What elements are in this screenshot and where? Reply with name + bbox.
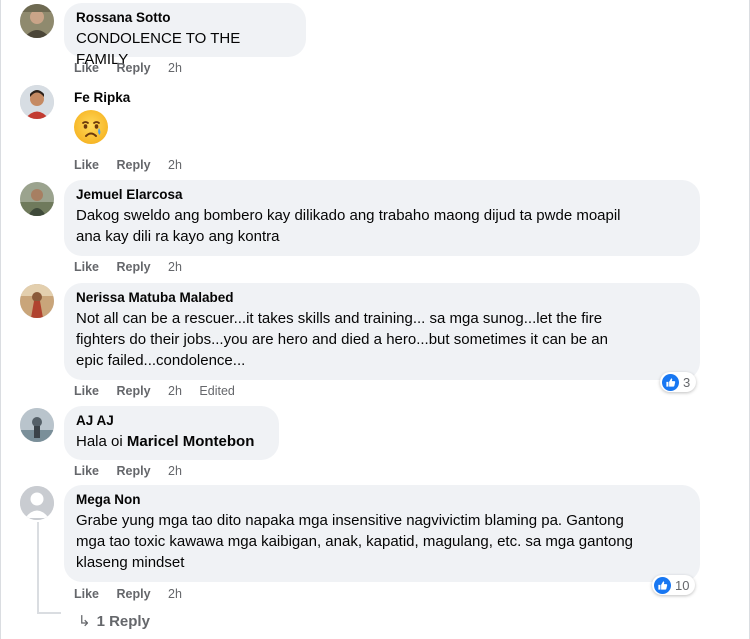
comment-bubble: Rossana Sotto CONDOLENCE TO THE FAMILY: [64, 3, 306, 68]
comment-bubble: Nerissa Matuba Malabed Not all can be a …: [64, 283, 700, 380]
reply-arrow-icon: ↳: [78, 613, 91, 630]
comment-text: Not all can be a rescuer...it takes skil…: [76, 310, 608, 369]
like-button[interactable]: Like: [74, 587, 99, 601]
view-replies-label: 1 Reply: [96, 613, 150, 630]
avatar[interactable]: [20, 182, 54, 216]
comment-actions: Like Reply 2h: [74, 260, 196, 274]
frame-left-border: [0, 0, 1, 639]
comment-timestamp[interactable]: 2h: [168, 158, 182, 172]
comment-author[interactable]: Jemuel Elarcosa: [76, 187, 688, 203]
like-icon: [654, 576, 671, 594]
like-button[interactable]: Like: [74, 384, 99, 398]
comment-text: Dakog sweldo ang bombero kay dilikado an…: [76, 207, 621, 245]
like-button[interactable]: Like: [74, 61, 99, 75]
comment-timestamp[interactable]: 2h: [168, 260, 182, 274]
reply-button[interactable]: Reply: [117, 464, 151, 478]
reply-button[interactable]: Reply: [117, 61, 151, 75]
avatar[interactable]: [20, 85, 54, 119]
reaction-count-number: 3: [683, 374, 691, 390]
comment-author[interactable]: Rossana Sotto: [76, 10, 294, 26]
avatar[interactable]: [20, 486, 54, 520]
comment-timestamp[interactable]: 2h: [168, 587, 182, 601]
comment-timestamp[interactable]: 2h: [168, 384, 182, 398]
mention-link[interactable]: Maricel Montebon: [127, 433, 255, 450]
comment-actions: Like Reply 2h Edited: [74, 384, 235, 398]
crying-face-icon: [74, 110, 108, 144]
comment-author[interactable]: Fe Ripka: [74, 90, 130, 106]
comment-text-prefix: Hala oi: [76, 433, 127, 450]
comment-text: Hala oi Maricel Montebon: [76, 431, 267, 452]
like-icon: [662, 373, 679, 391]
thread-line: [37, 522, 39, 614]
avatar[interactable]: [20, 408, 54, 442]
like-button[interactable]: Like: [74, 260, 99, 274]
avatar[interactable]: [20, 4, 54, 38]
comment-actions: Like Reply 2h: [74, 158, 196, 172]
comment-timestamp[interactable]: 2h: [168, 61, 182, 75]
comment-text: Grabe yung mga tao dito napaka mga insen…: [76, 512, 633, 571]
reply-button[interactable]: Reply: [117, 384, 151, 398]
comment-bubble: AJ AJ Hala oi Maricel Montebon: [64, 406, 279, 460]
comment-bubble: Jemuel Elarcosa Dakog sweldo ang bombero…: [64, 180, 700, 256]
comment-actions: Like Reply 2h: [74, 587, 196, 601]
like-button[interactable]: Like: [74, 464, 99, 478]
comment-actions: Like Reply 2h: [74, 61, 196, 75]
comment-actions: Like Reply 2h: [74, 464, 196, 478]
like-button[interactable]: Like: [74, 158, 99, 172]
comment-author[interactable]: Nerissa Matuba Malabed: [76, 290, 688, 306]
comment-author[interactable]: AJ AJ: [76, 413, 267, 429]
reaction-count-number: 10: [675, 577, 690, 593]
reply-button[interactable]: Reply: [117, 158, 151, 172]
comment-bubble: Mega Non Grabe yung mga tao dito napaka …: [64, 485, 700, 582]
edited-label[interactable]: Edited: [199, 384, 234, 398]
avatar[interactable]: [20, 284, 54, 318]
reply-button[interactable]: Reply: [117, 260, 151, 274]
reaction-count[interactable]: 10: [652, 575, 696, 595]
comment-timestamp[interactable]: 2h: [168, 464, 182, 478]
view-replies-link[interactable]: ↳ 1 Reply: [78, 612, 150, 632]
thread-line-elbow: [37, 612, 61, 614]
comment-author[interactable]: Mega Non: [76, 492, 688, 508]
reply-button[interactable]: Reply: [117, 587, 151, 601]
reaction-count[interactable]: 3: [660, 372, 697, 392]
